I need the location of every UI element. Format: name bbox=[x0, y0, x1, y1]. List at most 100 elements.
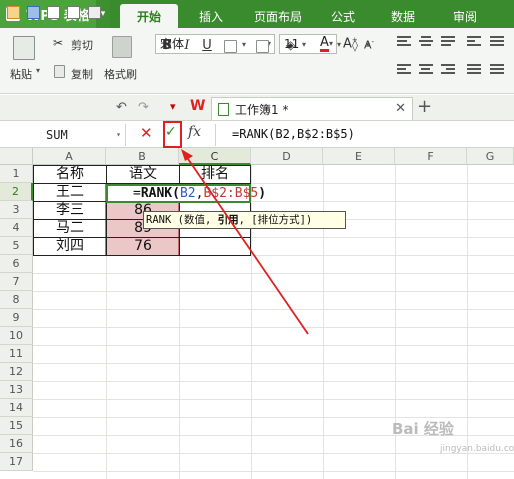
row-header-9[interactable]: 9 bbox=[0, 309, 33, 327]
cut-button[interactable]: 剪切 bbox=[71, 37, 93, 53]
align-top-icon[interactable] bbox=[397, 36, 411, 48]
chevron-down-icon[interactable]: ▾ bbox=[366, 40, 370, 49]
chevron-down-icon[interactable]: ▾ bbox=[337, 40, 341, 49]
row-header-2[interactable]: 2 bbox=[0, 183, 33, 201]
cell-a5[interactable]: 刘四 bbox=[34, 237, 106, 255]
row-header-4[interactable]: 4 bbox=[0, 219, 33, 237]
wrap-text-icon[interactable] bbox=[467, 36, 481, 48]
cell-a2[interactable]: 王二 bbox=[34, 183, 106, 201]
copy-icon[interactable] bbox=[54, 65, 65, 78]
align-left-icon[interactable] bbox=[397, 64, 411, 76]
row-header-12[interactable]: 12 bbox=[0, 363, 33, 381]
column-header-f[interactable]: F bbox=[395, 148, 467, 165]
paste-dropdown-icon[interactable]: ▾ bbox=[36, 66, 40, 75]
cell-a3[interactable]: 李三 bbox=[34, 201, 106, 219]
wps-w-icon[interactable]: W bbox=[190, 98, 205, 114]
tab-insert[interactable]: 插入 bbox=[186, 4, 236, 28]
tab-page-layout[interactable]: 页面布局 bbox=[246, 4, 310, 28]
merge-center-icon[interactable] bbox=[490, 36, 504, 48]
fill-color-icon[interactable]: ◈ bbox=[286, 38, 295, 52]
cell-b5[interactable]: 76 bbox=[107, 237, 179, 255]
tooltip-param-ref: 引用 bbox=[217, 214, 239, 226]
gridline bbox=[33, 471, 514, 472]
borders-icon[interactable] bbox=[224, 40, 237, 53]
cell-b1[interactable]: 语文 bbox=[107, 165, 179, 183]
row-header-11[interactable]: 11 bbox=[0, 345, 33, 363]
tooltip-param-number: 数值 bbox=[183, 214, 205, 226]
tooltip-sep: , bbox=[238, 214, 252, 226]
row-header-1[interactable]: 1 bbox=[0, 165, 33, 183]
row-header-15[interactable]: 15 bbox=[0, 417, 33, 435]
font-color-icon[interactable]: A bbox=[320, 36, 329, 52]
save-icon[interactable] bbox=[27, 6, 40, 19]
paste-label[interactable]: 粘贴 bbox=[10, 66, 32, 82]
scissors-icon[interactable]: ✂ bbox=[53, 36, 63, 50]
align-bottom-icon[interactable] bbox=[441, 36, 455, 48]
column-header-e[interactable]: E bbox=[323, 148, 395, 165]
row-header-16[interactable]: 16 bbox=[0, 435, 33, 453]
column-header-a[interactable]: A bbox=[33, 148, 106, 165]
format-painter-icon[interactable] bbox=[112, 36, 132, 58]
name-box[interactable]: SUM ▾ bbox=[0, 124, 126, 146]
paste-icon[interactable] bbox=[13, 36, 35, 60]
formula-arg-range: B$2:B$5 bbox=[203, 186, 259, 201]
gridline bbox=[33, 327, 514, 328]
row-header-17[interactable]: 17 bbox=[0, 453, 33, 471]
column-header-c[interactable]: C bbox=[179, 148, 251, 165]
check-icon[interactable]: ✓ bbox=[165, 124, 177, 140]
column-header-g[interactable]: G bbox=[467, 148, 514, 165]
gridline bbox=[467, 165, 468, 479]
gridline bbox=[33, 309, 514, 310]
chevron-down-icon[interactable]: ▾ bbox=[302, 40, 306, 49]
tab-home[interactable]: 开始 bbox=[120, 4, 178, 28]
open-folder-icon[interactable] bbox=[7, 6, 20, 19]
align-right-icon[interactable] bbox=[441, 64, 455, 76]
undo-icon[interactable]: ↶ bbox=[116, 100, 127, 115]
print-preview-icon[interactable] bbox=[47, 6, 60, 19]
row-header-8[interactable]: 8 bbox=[0, 291, 33, 309]
cancel-icon[interactable]: ✕ bbox=[140, 124, 153, 142]
row-header-10[interactable]: 10 bbox=[0, 327, 33, 345]
italic-button[interactable]: I bbox=[180, 38, 194, 53]
row-header-7[interactable]: 7 bbox=[0, 273, 33, 291]
formula-arg-ref: B2 bbox=[179, 186, 196, 201]
column-header-b[interactable]: B bbox=[106, 148, 179, 165]
tab-formulas[interactable]: 公式 bbox=[320, 4, 366, 28]
distributed-align-icon[interactable] bbox=[490, 64, 504, 76]
formula-function: RANK bbox=[140, 186, 173, 201]
insert-function-icon[interactable]: fx bbox=[188, 124, 201, 140]
row-header-3[interactable]: 3 bbox=[0, 201, 33, 219]
bold-button[interactable]: B bbox=[160, 38, 174, 53]
document-tab[interactable]: 工作簿1 * ✕ bbox=[211, 97, 413, 120]
column-header-d[interactable]: D bbox=[251, 148, 323, 165]
row-header-13[interactable]: 13 bbox=[0, 381, 33, 399]
justify-icon[interactable] bbox=[467, 64, 481, 76]
new-tab-button[interactable]: + bbox=[417, 96, 432, 117]
row-header-5[interactable]: 5 bbox=[0, 237, 33, 255]
gridline bbox=[33, 399, 514, 400]
cell-a1[interactable]: 名称 bbox=[34, 165, 106, 183]
row-header-14[interactable]: 14 bbox=[0, 399, 33, 417]
tab-review[interactable]: 审阅 bbox=[440, 4, 490, 28]
customize-toolbar-icon[interactable]: ▾ bbox=[170, 100, 176, 113]
formula-input[interactable]: =RANK(B2,B$2:B$5) bbox=[232, 127, 355, 141]
cell-a4[interactable]: 马二 bbox=[34, 219, 106, 237]
select-all-corner[interactable] bbox=[0, 148, 33, 165]
format-painter-button[interactable]: 格式刷 bbox=[104, 66, 137, 82]
clear-format-icon[interactable]: ◊ bbox=[352, 38, 358, 52]
align-center-icon[interactable] bbox=[419, 64, 433, 76]
redo-icon[interactable]: ↷ bbox=[138, 100, 149, 115]
tab-data[interactable]: 数据 bbox=[380, 4, 426, 28]
align-middle-icon[interactable] bbox=[419, 36, 433, 48]
cell-c1[interactable]: 排名 bbox=[180, 165, 250, 183]
export-pdf-icon[interactable] bbox=[88, 6, 101, 19]
function-argument-tooltip: RANK (数值, 引用, [排位方式]) bbox=[143, 211, 346, 229]
print-icon[interactable] bbox=[67, 6, 80, 19]
underline-button[interactable]: U bbox=[200, 38, 214, 53]
close-icon[interactable]: ✕ bbox=[395, 101, 406, 116]
copy-button[interactable]: 复制 bbox=[71, 66, 93, 82]
row-header-6[interactable]: 6 bbox=[0, 255, 33, 273]
cell-formula-text[interactable]: =RANK(B2,B$2:B$5) bbox=[133, 185, 266, 203]
chevron-down-icon[interactable]: ▾ bbox=[242, 40, 246, 49]
merge-cells-icon[interactable] bbox=[256, 40, 269, 53]
